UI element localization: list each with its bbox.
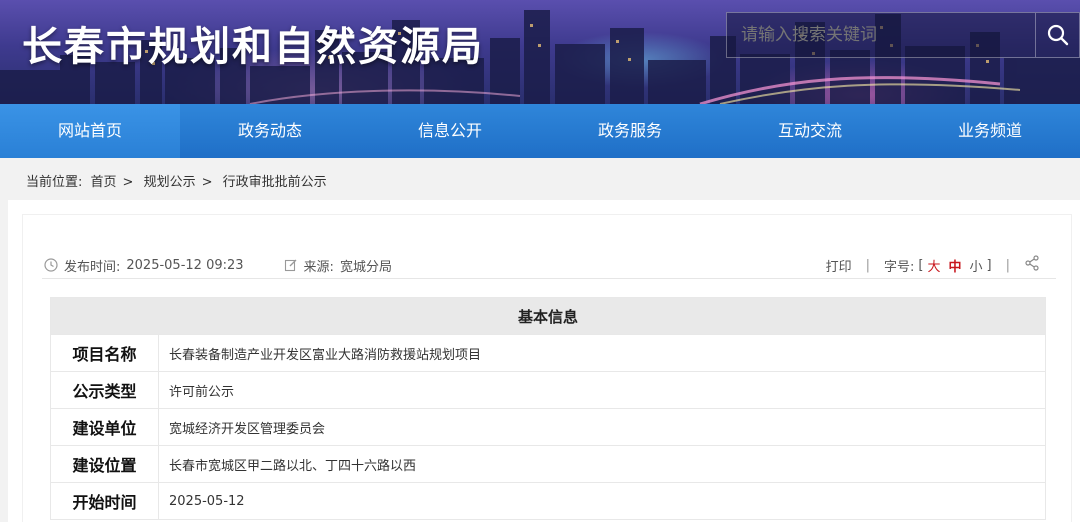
row-label: 开始时间	[50, 482, 159, 520]
row-label: 公示类型	[50, 371, 159, 409]
tool-divider: |	[1005, 257, 1010, 273]
table-header-row: 基本信息	[50, 297, 1046, 335]
nav-item-business[interactable]: 业务频道	[900, 104, 1080, 158]
breadcrumb: 当前位置: 首页 > 规划公示 > 行政审批批前公示	[26, 171, 331, 190]
bracket-close: ]	[986, 257, 992, 273]
row-value: 2025-05-12	[158, 482, 1046, 520]
publish-label: 发布时间:	[64, 259, 121, 275]
source-value: 宽城分局	[339, 259, 392, 275]
table-row: 建设单位 宽城经济开发区管理委员会	[50, 408, 1046, 446]
breadcrumb-separator: >	[122, 175, 134, 190]
nav-item-interaction[interactable]: 互动交流	[720, 104, 900, 158]
nav-item-news[interactable]: 政务动态	[180, 104, 360, 158]
search-button[interactable]	[1036, 12, 1080, 58]
breadcrumb-current[interactable]: 行政审批批前公示	[223, 175, 327, 190]
table-row: 开始时间 2025-05-12	[50, 482, 1046, 520]
nav-item-home[interactable]: 网站首页	[0, 104, 180, 158]
publish-time: 2025-05-12 09:23	[126, 257, 244, 273]
edit-icon	[284, 258, 298, 272]
fontsize-label: 字号:	[884, 259, 915, 275]
breadcrumb-planning-link[interactable]: 规划公示	[144, 175, 196, 190]
meta-divider	[42, 278, 1056, 279]
row-value: 长春市宽城区甲二路以北、丁四十六路以西	[158, 445, 1046, 483]
row-label: 建设位置	[50, 445, 159, 483]
nav-item-services[interactable]: 政务服务	[540, 104, 720, 158]
table-row: 公示类型 许可前公示	[50, 371, 1046, 409]
bracket-open: [	[918, 257, 924, 273]
table-row: 项目名称 长春装备制造产业开发区富业大路消防救援站规划项目	[50, 334, 1046, 372]
fontsize-small[interactable]: 小	[970, 256, 983, 275]
article-tools: 打印 | 字号: [ 大 中 小 ] |	[826, 255, 1040, 275]
breadcrumb-prefix: 当前位置:	[26, 175, 83, 190]
row-value: 宽城经济开发区管理委员会	[158, 408, 1046, 446]
header-banner: 长春市规划和自然资源局	[0, 0, 1080, 104]
basic-info-table: 基本信息 项目名称 长春装备制造产业开发区富业大路消防救援站规划项目 公示类型 …	[50, 297, 1046, 520]
fontsize-large[interactable]: 大	[927, 256, 940, 275]
table-row: 建设位置 长春市宽城区甲二路以北、丁四十六路以西	[50, 445, 1046, 483]
print-link[interactable]: 打印	[826, 256, 852, 275]
fontsize-medium[interactable]: 中	[949, 256, 962, 275]
row-value: 许可前公示	[158, 371, 1046, 409]
main-nav: 网站首页 政务动态 信息公开 政务服务 互动交流 业务频道	[0, 104, 1080, 158]
source-label: 来源:	[303, 259, 334, 275]
clock-icon	[44, 258, 58, 272]
search-input[interactable]	[726, 12, 1036, 58]
share-icon[interactable]	[1024, 255, 1040, 275]
row-label: 项目名称	[50, 334, 159, 372]
breadcrumb-separator: >	[201, 175, 213, 190]
table-heading: 基本信息	[50, 297, 1046, 335]
site-title: 长春市规划和自然资源局	[22, 24, 484, 70]
search-icon	[1047, 24, 1068, 46]
article-meta: 发布时间: 2025-05-12 09:23 来源: 宽城分局	[44, 255, 392, 275]
breadcrumb-home-link[interactable]: 首页	[91, 175, 117, 190]
row-label: 建设单位	[50, 408, 159, 446]
row-value: 长春装备制造产业开发区富业大路消防救援站规划项目	[158, 334, 1046, 372]
nav-item-disclosure[interactable]: 信息公开	[360, 104, 540, 158]
tool-divider: |	[865, 257, 871, 273]
